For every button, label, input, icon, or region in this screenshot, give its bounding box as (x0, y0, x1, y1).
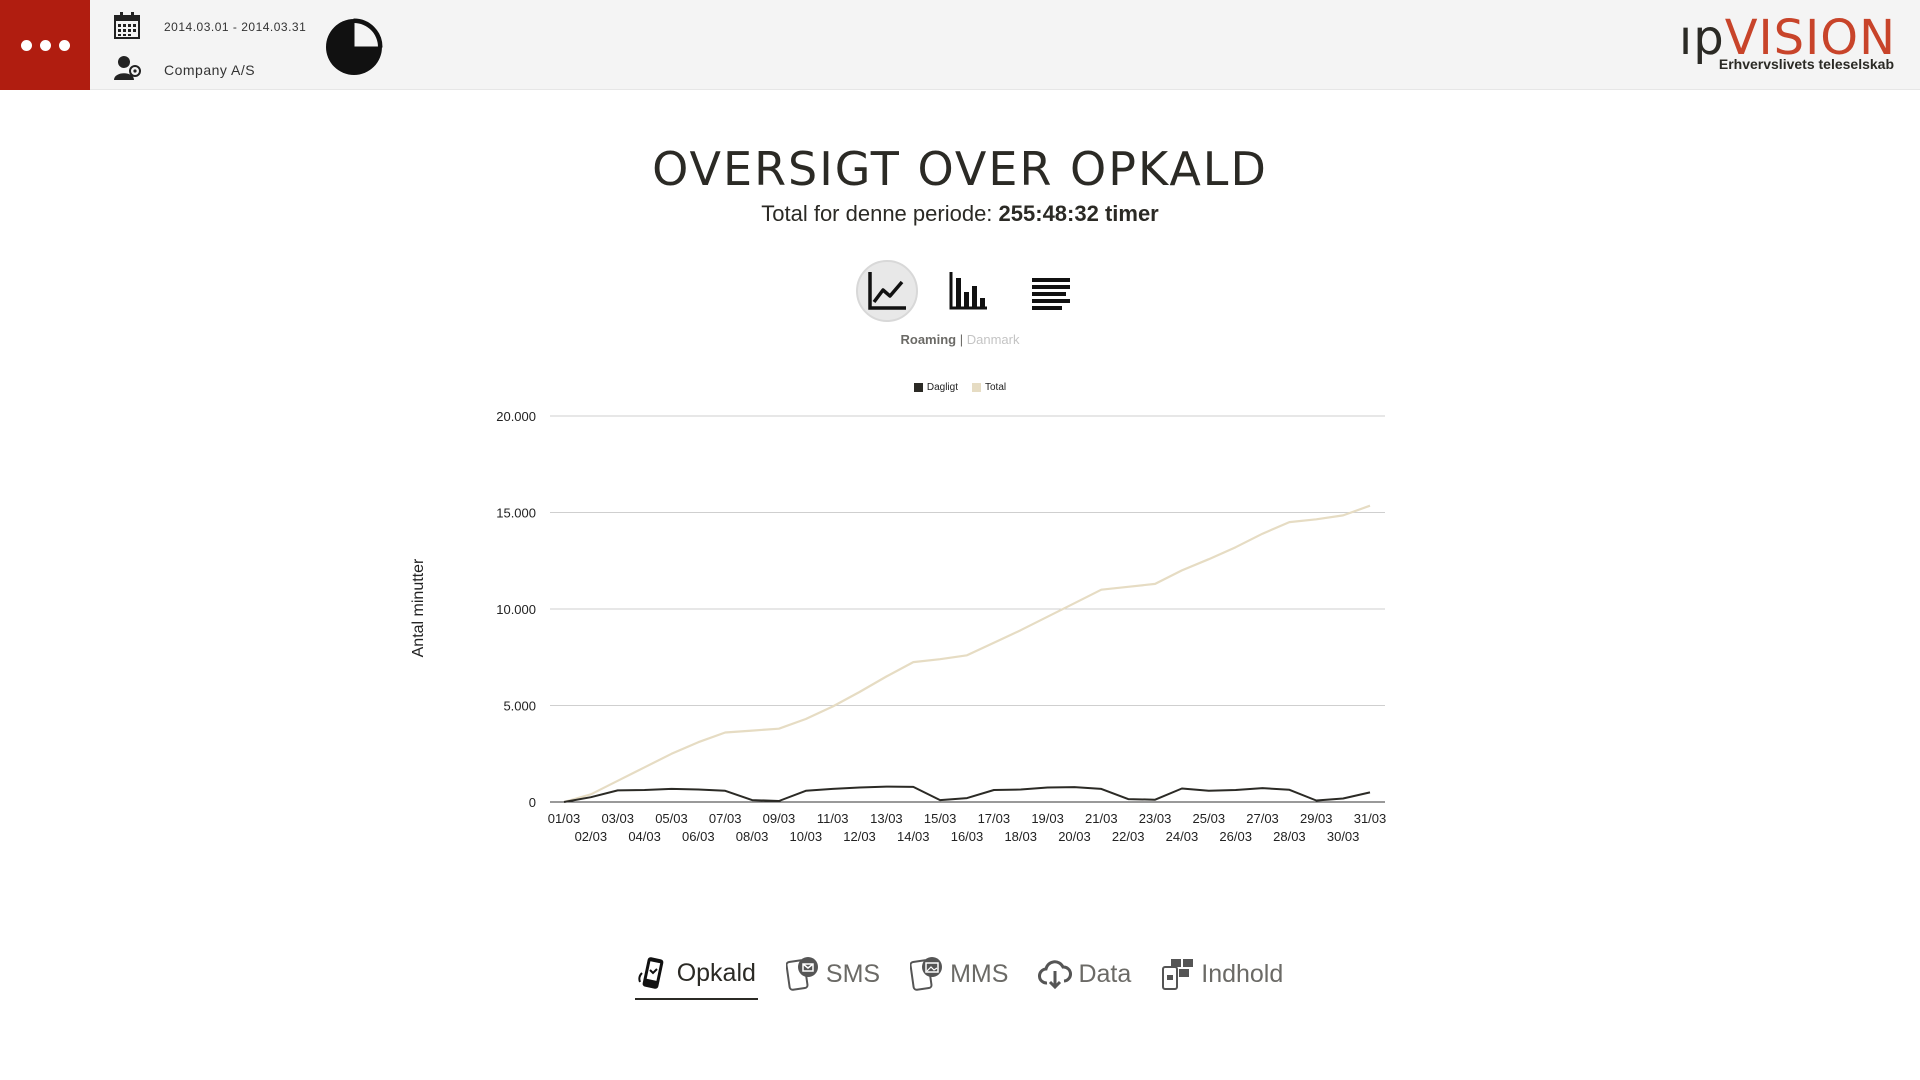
y-tick-label: 5.000 (503, 699, 536, 714)
x-tick-label: 17/03 (978, 811, 1011, 826)
user-settings-icon[interactable] (112, 53, 142, 83)
x-tick-label: 13/03 (870, 811, 903, 826)
x-tick-label: 10/03 (790, 829, 823, 844)
tab-opkald[interactable]: Opkald (634, 950, 758, 1000)
region-danmark[interactable]: Danmark (967, 332, 1020, 347)
x-tick-label: 30/03 (1327, 829, 1360, 844)
tab-label: MMS (950, 959, 1009, 988)
logo-ip: ıp (1678, 10, 1725, 66)
sms-icon (785, 957, 818, 991)
x-tick-label: 09/03 (763, 811, 796, 826)
x-tick-label: 26/03 (1219, 829, 1252, 844)
x-tick-label: 07/03 (709, 811, 742, 826)
menu-button[interactable] (0, 0, 90, 90)
period-label[interactable]: 2014.03.01 - 2014.03.31 (164, 20, 306, 34)
legend-label: Total (985, 382, 1007, 393)
x-tick-label: 16/03 (951, 829, 984, 844)
legend-swatch (972, 383, 981, 392)
y-tick-label: 10.000 (496, 602, 536, 617)
chart-legend: Dagligt Total (0, 382, 1920, 393)
list-icon (1032, 278, 1070, 310)
x-tick-label: 02/03 (575, 829, 608, 844)
tab-indhold[interactable]: Indhold (1159, 950, 1285, 1000)
tab-data[interactable]: Data (1036, 950, 1133, 1000)
x-tick-label: 25/03 (1193, 811, 1226, 826)
x-tick-label: 21/03 (1085, 811, 1118, 826)
y-tick-label: 0 (529, 795, 536, 810)
legend-item-dagligt[interactable]: Dagligt (913, 382, 958, 393)
tab-label: Opkald (676, 958, 756, 987)
x-tick-label: 19/03 (1031, 811, 1064, 826)
category-tabs: Opkald SMS MMS Data Indhold (0, 950, 1920, 1000)
x-tick-label: 31/03 (1354, 811, 1387, 826)
y-tick-label: 20.000 (496, 409, 536, 424)
phone-call-icon (638, 957, 664, 989)
ipvision-logo: ıpVISION Erhvervslivets teleselskab (1676, 14, 1896, 74)
series-line-dagligt (563, 785, 1371, 803)
tab-sms[interactable]: SMS (784, 950, 882, 1000)
menu-dot (20, 39, 32, 51)
x-tick-label: 01/03 (548, 811, 581, 826)
x-tick-label: 12/03 (843, 829, 876, 844)
x-tick-label: 27/03 (1246, 811, 1279, 826)
x-tick-label: 15/03 (924, 811, 957, 826)
line-chart-icon (868, 272, 906, 310)
region-toggle: Roaming | Danmark (0, 332, 1920, 347)
line-chart-view-button[interactable] (856, 260, 918, 322)
menu-dot (39, 39, 51, 51)
cloud-download-icon (1038, 960, 1073, 990)
x-tick-label: 06/03 (682, 829, 715, 844)
region-roaming[interactable]: Roaming (900, 332, 956, 347)
company-label[interactable]: Company A/S (164, 62, 255, 78)
legend-swatch (913, 383, 923, 392)
region-separator: | (959, 332, 964, 347)
page-title: OVERSIGT OVER OPKALD (652, 142, 1268, 196)
legend-item-total[interactable]: Total (972, 382, 1006, 393)
x-tick-label: 20/03 (1058, 829, 1091, 844)
x-tick-label: 11/03 (817, 811, 849, 826)
list-view-button[interactable] (1020, 260, 1082, 322)
x-tick-label: 24/03 (1166, 829, 1199, 844)
y-tick-label: 15.000 (496, 506, 536, 521)
bar-chart-view-button[interactable] (937, 260, 999, 322)
pie-chart-icon[interactable] (324, 17, 384, 77)
calendar-icon[interactable] (112, 11, 142, 41)
x-tick-label: 18/03 (1004, 829, 1037, 844)
menu-dot (58, 39, 70, 51)
logo-wordmark: ıpVISION (1679, 14, 1896, 62)
y-axis-label: Antal minutter (410, 558, 427, 657)
period-total-label: Total for denne periode: (761, 201, 999, 226)
tab-mms[interactable]: MMS (908, 950, 1010, 1000)
period-total: Total for denne periode: 255:48:32 timer (0, 201, 1920, 227)
x-tick-label: 08/03 (736, 829, 769, 844)
tab-label: Data (1078, 959, 1132, 988)
top-header: 2014.03.01 - 2014.03.31 Company A/S ıpVI… (0, 0, 1920, 90)
logo-tagline: Erhvervslivets teleselskab (1718, 56, 1894, 72)
content-icon (1162, 959, 1194, 990)
series-line-total (563, 504, 1371, 804)
x-tick-label: 23/03 (1139, 811, 1172, 826)
period-total-value: 255:48:32 timer (998, 201, 1159, 226)
x-tick-label: 22/03 (1112, 829, 1145, 844)
tab-label: SMS (825, 959, 881, 988)
legend-label: Dagligt (926, 382, 958, 393)
tab-label: Indhold (1201, 959, 1284, 988)
mms-icon (910, 957, 943, 991)
x-tick-label: 03/03 (601, 811, 634, 826)
x-tick-label: 29/03 (1300, 811, 1333, 826)
x-tick-label: 28/03 (1273, 829, 1306, 844)
line-chart: 0 5.000 10.000 15.000 20.000 Antal minutter 01… (410, 409, 1387, 844)
x-tick-label: 05/03 (655, 811, 688, 826)
x-tick-label: 14/03 (897, 829, 930, 844)
bar-chart-icon (949, 272, 987, 310)
x-tick-label: 04/03 (628, 829, 661, 844)
